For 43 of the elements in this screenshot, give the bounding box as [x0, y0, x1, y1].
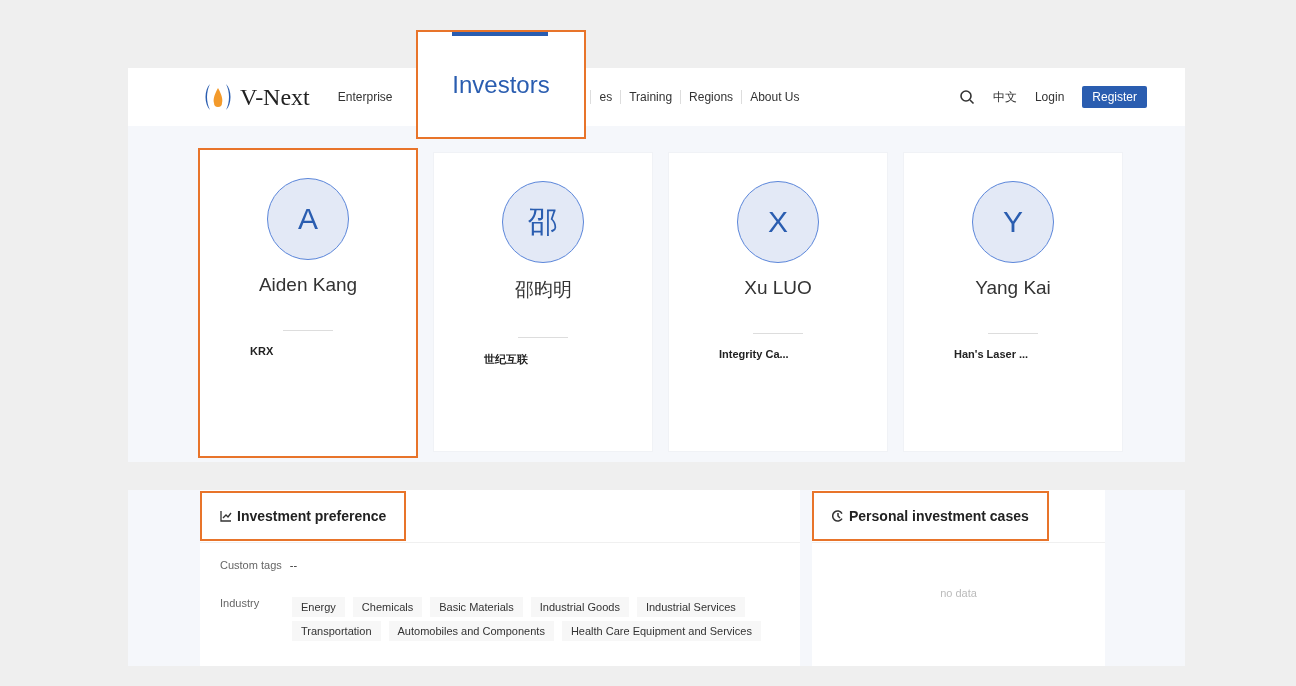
- nav-link[interactable]: Enterprise: [337, 90, 401, 104]
- company-name: KRX: [250, 345, 274, 357]
- avatar: 邵: [502, 181, 584, 263]
- investor-name: Yang Kai: [975, 277, 1051, 299]
- company-name: Han's Laser ...: [954, 348, 1029, 360]
- investor-card[interactable]: X Xu LUO Integrity Ca...: [668, 152, 888, 452]
- industry-tag: Energy: [292, 597, 345, 617]
- avatar: A: [267, 178, 349, 260]
- investor-name: 邵昀明: [514, 278, 572, 302]
- nav-link[interactable]: es: [590, 90, 621, 104]
- investor-name: Aiden Kang: [258, 274, 358, 296]
- company-name: 世纪互联: [484, 352, 528, 367]
- field-label: Custom tags: [220, 559, 282, 571]
- investor-name: Xu LUO: [744, 277, 812, 299]
- language-link[interactable]: 中文: [992, 88, 1017, 106]
- industry-tag: Industrial Services: [636, 597, 745, 617]
- avatar: Y: [972, 181, 1054, 263]
- logo-text: V-Next: [240, 83, 310, 111]
- field-label: Industry: [220, 597, 261, 609]
- panel-title: Investment preference: [200, 491, 407, 541]
- search-icon[interactable]: [958, 89, 975, 105]
- panel-title: Personal investment cases: [812, 491, 1049, 541]
- industry-tag: Chemicals: [352, 597, 423, 617]
- nav-link[interactable]: Regions: [680, 90, 742, 104]
- industry-tag: Basic Materials: [430, 597, 523, 617]
- field-value: --: [289, 559, 298, 571]
- register-button[interactable]: Register: [1082, 86, 1147, 108]
- industry-tag: Automobiles and Components: [388, 621, 554, 641]
- company-name: Integrity Ca...: [719, 348, 789, 360]
- nav-link[interactable]: Training: [620, 90, 681, 104]
- investor-card[interactable]: Y Yang Kai Han's Laser ...: [903, 152, 1123, 452]
- industry-tag: Health Care Equipment and Services: [561, 621, 761, 641]
- industry-tag: Industrial Goods: [530, 597, 629, 617]
- line-chart-icon: [220, 510, 232, 522]
- avatar: X: [737, 181, 819, 263]
- nav-link[interactable]: Investors: [416, 30, 586, 139]
- clock-icon: [832, 510, 844, 522]
- industry-tag: Transportation: [292, 621, 381, 641]
- login-link[interactable]: Login: [1034, 90, 1065, 104]
- investor-card[interactable]: 邵 邵昀明 世纪互联: [433, 152, 653, 452]
- empty-message: no data: [939, 587, 978, 599]
- investor-card[interactable]: A Aiden Kang KRX: [198, 148, 418, 458]
- nav-link[interactable]: About Us: [741, 90, 808, 104]
